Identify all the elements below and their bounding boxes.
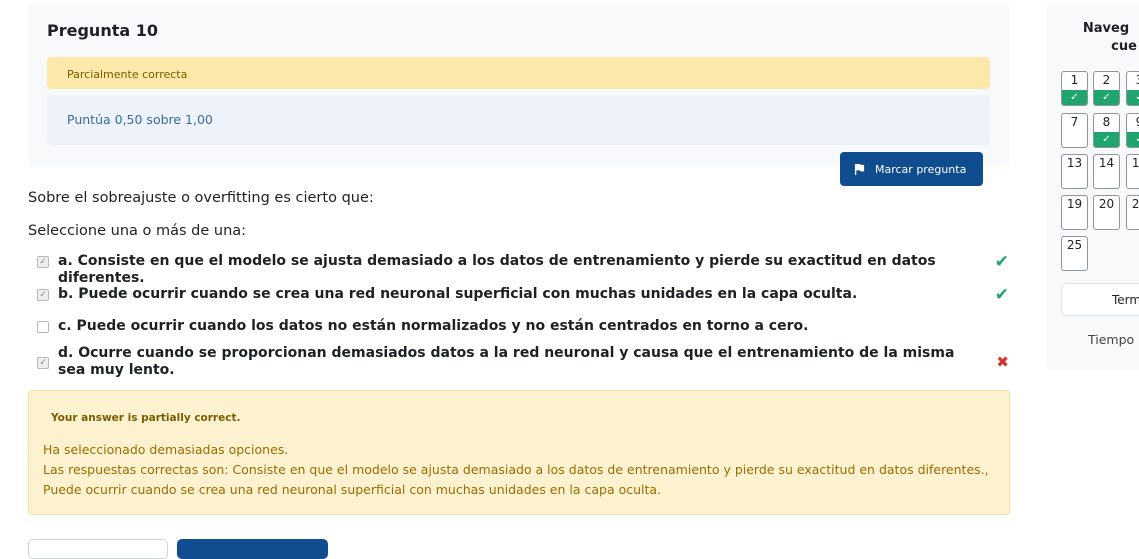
question-info-panel: Pregunta 10 Parcialmente correcta Puntúa… [28, 4, 1010, 166]
feedback-partial: Your answer is partially correct. [51, 412, 241, 424]
nav-question-button[interactable]: 15 [1126, 154, 1139, 189]
answer-option-b: ✓ b. Puede ocurrir cuando se crea una re… [37, 285, 1012, 305]
answer-letter-c: c. [58, 318, 72, 334]
answer-prompt: Seleccione una o más de una: [28, 223, 247, 239]
nav-question-button[interactable]: 2 ✓ [1093, 71, 1120, 106]
nav-question-button[interactable]: 9 ✓ [1126, 113, 1139, 148]
flag-icon [854, 163, 865, 175]
nav-question-button[interactable]: 1 ✓ [1061, 71, 1088, 106]
check-icon: ✓ [1127, 132, 1139, 147]
feedback-correct-line1: Las respuestas correctas son: Consiste e… [43, 462, 989, 477]
nav-question-button[interactable]: 20 [1093, 195, 1120, 230]
checkbox-a[interactable]: ✓ [37, 256, 49, 268]
nav-title-line2: cue [1111, 39, 1137, 54]
nav-question-button[interactable]: 7 [1061, 113, 1088, 148]
answer-option-a: ✓ a. Consiste en que el modelo se ajusta… [37, 252, 1012, 286]
quiz-navigation-panel: Naveg cue 1 ✓ 2 ✓ 3 ✓ 7 8 ✓ 9 ✓ 13 14 15… [1046, 4, 1139, 370]
question-number: Pregunta 10 [47, 21, 158, 40]
nav-question-button[interactable]: 13 [1061, 154, 1088, 189]
answer-option-c: c. Puede ocurrir cuando los datos no est… [37, 318, 1012, 336]
check-icon: ✓ [1094, 90, 1119, 105]
answer-text-c: Puede ocurrir cuando los datos no están … [76, 318, 809, 334]
nav-question-button[interactable]: 14 [1093, 154, 1120, 189]
cross-icon: ✖ [996, 353, 1009, 371]
nav-title-line1: Naveg [1082, 21, 1130, 36]
check-icon: ✔ [994, 285, 1009, 305]
answer-letter-b: b. [58, 286, 74, 302]
nav-question-button[interactable]: 21 [1126, 195, 1139, 230]
nav-question-button[interactable]: 3 ✓ [1126, 71, 1139, 106]
previous-page-button[interactable] [28, 539, 168, 559]
nav-question-button[interactable]: 25 [1061, 236, 1088, 271]
checkbox-c[interactable] [37, 321, 49, 333]
question-state-badge: Parcialmente correcta [47, 57, 990, 89]
check-icon: ✓ [1094, 132, 1119, 147]
flag-question-button[interactable]: Marcar pregunta [840, 152, 983, 186]
checkbox-d[interactable]: ✓ [37, 357, 49, 369]
check-icon: ✔ [994, 252, 1009, 272]
answer-letter-d: d. [58, 345, 74, 361]
check-icon: ✓ [1062, 90, 1087, 105]
answer-text-a: Consiste en que el modelo se ajusta dema… [58, 253, 936, 286]
answer-text-b: Puede ocurrir cuando se crea una red neu… [78, 286, 858, 302]
check-icon: ✓ [1127, 90, 1139, 105]
answer-letter-a: a. [58, 253, 73, 269]
question-grade: Puntúa 0,50 sobre 1,00 [47, 95, 990, 145]
feedback-panel: Your answer is partially correct. Ha sel… [28, 390, 1010, 515]
finish-attempt-button[interactable]: Term [1061, 283, 1139, 316]
flag-question-label: Marcar pregunta [875, 162, 967, 176]
next-page-button[interactable] [177, 539, 328, 559]
feedback-too-many: Ha seleccionado demasiadas opciones. [43, 442, 289, 457]
nav-question-button[interactable]: 19 [1061, 195, 1088, 230]
question-text: Sobre el sobreajuste o overfitting es ci… [28, 190, 374, 206]
answer-option-d: ✓ d. Ocurre cuando se proporcionan demas… [37, 345, 1012, 381]
checkbox-b[interactable]: ✓ [37, 289, 49, 301]
nav-question-button[interactable]: 8 ✓ [1093, 113, 1120, 148]
feedback-correct-line2: Puede ocurrir cuando se crea una red neu… [43, 482, 662, 497]
answer-text-d: Ocurre cuando se proporcionan demasiados… [58, 345, 955, 378]
timer-label: Tiempo r [1088, 332, 1139, 347]
